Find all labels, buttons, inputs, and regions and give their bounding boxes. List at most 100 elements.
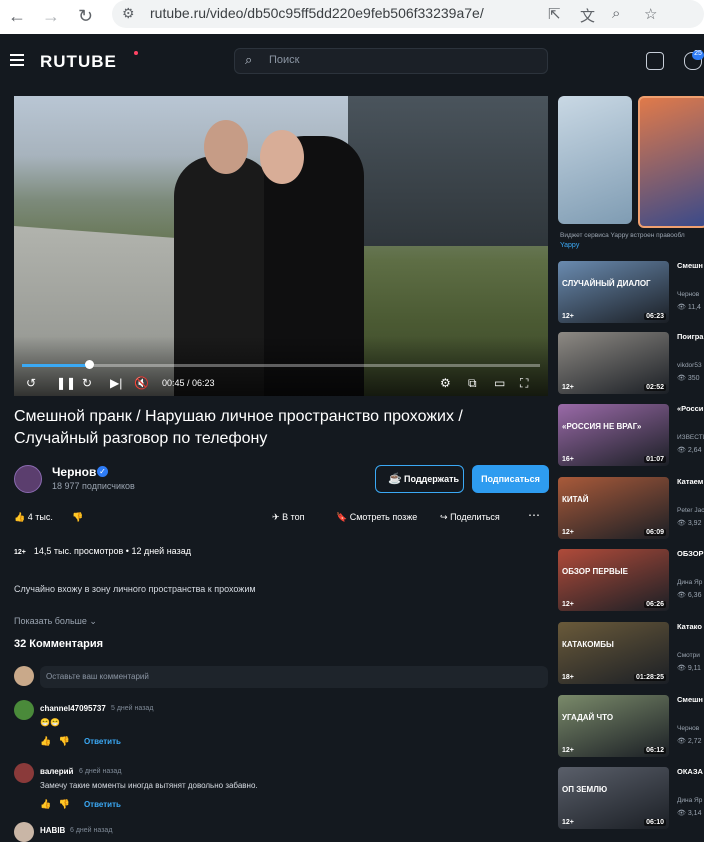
comments-count: 32 Комментария: [14, 638, 104, 650]
thumbs-down-icon[interactable]: 👎: [59, 736, 70, 746]
thumbnail-overlay-text: «РОССИЯ НЕ ВРАГ»: [562, 422, 642, 431]
recommendation-item[interactable]: КИТАЙ 12+ 06:09 Катаем Китайс Peter Jac …: [558, 477, 704, 541]
reply-button[interactable]: Ответить: [84, 737, 121, 746]
thumbs-down-icon[interactable]: 👎: [59, 799, 70, 809]
top-button[interactable]: ✈ В топ: [272, 512, 304, 523]
recommendation-channel[interactable]: Чернов: [677, 291, 699, 298]
promo-art-thumbnail[interactable]: [638, 96, 704, 228]
settings-gear-icon[interactable]: ⚙: [440, 376, 451, 390]
rewind-10-icon[interactable]: ↺: [26, 376, 36, 390]
promo-link[interactable]: Yappy: [560, 242, 579, 249]
recommendation-title[interactable]: Смешн Неловк: [677, 695, 704, 705]
translate-icon[interactable]: 文: [580, 5, 595, 26]
promo-bubbles-thumbnail[interactable]: [558, 96, 632, 224]
comment-avatar[interactable]: [14, 763, 34, 783]
recommendation-channel[interactable]: Дина Яр: [677, 797, 702, 804]
recommendation-title[interactable]: «Росси враг»:: [677, 404, 704, 414]
age-badge: 12+: [562, 601, 574, 608]
recommendation-item[interactable]: КАТАКОМБЫ 18+ 01:28:25 Катако Catacol См…: [558, 622, 704, 686]
forward-icon[interactable]: →: [42, 6, 60, 27]
duration-badge: 01:28:25: [633, 674, 666, 681]
video-frame-head: [204, 120, 248, 174]
like-count: 4 тыс.: [27, 512, 53, 522]
recommendation-item[interactable]: ОБЗОР ПЕРВЫЕ 12+ 06:26 ОБЗОР РЕАЛИ Дина …: [558, 549, 704, 613]
recommendation-channel[interactable]: Дина Яр: [677, 579, 702, 586]
video-player[interactable]: ↺ ❚❚ ↻ ▶| 🔇 00:45 / 06:23 ⚙ ⧉ ▭ ⛶: [14, 96, 548, 396]
reload-icon[interactable]: ↻: [78, 6, 93, 27]
recommendation-channel[interactable]: Смотри: [677, 652, 700, 659]
reply-button[interactable]: Ответить: [84, 800, 121, 809]
recommendation-thumbnail[interactable]: 12+ 02:52: [558, 332, 669, 394]
fullscreen-icon[interactable]: ⛶: [520, 376, 528, 391]
recommendation-thumbnail[interactable]: ОБЗОР ПЕРВЫЕ 12+ 06:26: [558, 549, 669, 611]
recommendation-thumbnail[interactable]: ОП ЗЕМЛЮ 12+ 06:10: [558, 767, 669, 829]
comment-author[interactable]: HABIB: [40, 826, 65, 835]
show-more-link[interactable]: Показать больше ⌄: [14, 616, 97, 627]
recommendation-title[interactable]: Смешн Неожи: [677, 261, 704, 271]
channel-avatar[interactable]: [14, 465, 42, 493]
support-button[interactable]: ☕ Поддержать: [375, 465, 464, 493]
recommendation-title[interactable]: Поигра мышк: [677, 332, 704, 342]
recommendation-thumbnail[interactable]: КАТАКОМБЫ 18+ 01:28:25: [558, 622, 669, 684]
share-button[interactable]: ↪ Поделиться: [440, 512, 500, 523]
thumbs-up-icon[interactable]: 👍: [40, 736, 51, 746]
comment-avatar[interactable]: [14, 822, 34, 842]
theater-mode-icon[interactable]: ▭: [494, 376, 505, 390]
comment-author[interactable]: валерий: [40, 767, 73, 776]
like-button[interactable]: 👍 4 тыс.: [14, 512, 53, 523]
bookmark-star-icon[interactable]: ☆: [644, 5, 657, 23]
thumbs-up-icon: 👍: [14, 512, 26, 522]
search-input[interactable]: ⌕ Поиск: [234, 48, 548, 74]
more-options-icon[interactable]: ⋯: [528, 508, 540, 522]
address-bar[interactable]: ⚙ rutube.ru/video/db50c95ff5dd220e9feb50…: [112, 0, 704, 28]
recommendation-item[interactable]: СЛУЧАЙНЫЙ ДИАЛОГ 12+ 06:23 Смешн Неожи Ч…: [558, 261, 704, 325]
recommendation-item[interactable]: «РОССИЯ НЕ ВРАГ» 16+ 01:07 «Росси враг»:…: [558, 404, 704, 468]
recommendation-channel[interactable]: Чернов: [677, 725, 699, 732]
recommendation-item[interactable]: УГАДАЙ ЧТО 12+ 06:12 Смешн Неловк Чернов…: [558, 695, 704, 759]
recommendation-thumbnail[interactable]: «РОССИЯ НЕ ВРАГ» 16+ 01:07: [558, 404, 669, 466]
progress-bar[interactable]: [22, 364, 540, 367]
site-info-icon[interactable]: ⚙: [122, 5, 135, 22]
zoom-icon[interactable]: ⌕: [612, 5, 620, 22]
eye-icon: 👁: [677, 447, 686, 454]
site-header: RUTUBE ⌕ Поиск: [0, 40, 704, 84]
comment-author[interactable]: channel47095737: [40, 704, 106, 713]
age-badge: 12+: [562, 384, 574, 391]
forward-10-icon[interactable]: ↻: [82, 376, 92, 390]
recommendation-thumbnail[interactable]: КИТАЙ 12+ 06:09: [558, 477, 669, 539]
duration-badge: 06:10: [644, 819, 666, 826]
comment-input[interactable]: Оставьте ваш комментарий: [40, 666, 548, 688]
mute-icon[interactable]: 🔇: [134, 376, 149, 390]
open-in-app-icon[interactable]: ⇱: [548, 5, 561, 23]
playback-time: 00:45 / 06:23: [162, 378, 215, 388]
logo-dot: [134, 51, 138, 55]
dislike-icon[interactable]: 👎: [72, 512, 83, 523]
rutube-logo[interactable]: RUTUBE: [40, 52, 117, 72]
video-frame-head: [260, 130, 304, 184]
upload-icon[interactable]: [646, 52, 664, 70]
next-icon[interactable]: ▶|: [110, 376, 122, 390]
recommendation-item[interactable]: ОП ЗЕМЛЮ 12+ 06:10 ОКАЗА глубин Дина Яр …: [558, 767, 704, 831]
recommendation-thumbnail[interactable]: УГАДАЙ ЧТО 12+ 06:12: [558, 695, 669, 757]
recommendation-title[interactable]: ОКАЗА глубин: [677, 767, 704, 777]
recommendation-title[interactable]: Катаем Китайс: [677, 477, 704, 487]
menu-icon[interactable]: [10, 54, 24, 66]
recommendation-channel[interactable]: vikdor53: [677, 362, 702, 369]
pip-icon[interactable]: ⧉: [468, 376, 477, 391]
recommendation-channel[interactable]: Peter Jac: [677, 507, 704, 514]
thumbs-up-icon[interactable]: 👍: [40, 799, 51, 809]
channel-name[interactable]: Чернов: [52, 465, 96, 479]
recommendation-item[interactable]: 12+ 02:52 Поигра мышк vikdor53 👁 350: [558, 332, 704, 396]
recommendation-channel[interactable]: ИЗВЕСТИ: [677, 434, 704, 441]
user-avatar: [14, 666, 34, 686]
pause-icon[interactable]: ❚❚: [56, 376, 76, 390]
recommendation-title[interactable]: ОБЗОР РЕАЛИ: [677, 549, 704, 559]
thumbnail-overlay-text: КИТАЙ: [562, 495, 589, 504]
recommendation-thumbnail[interactable]: СЛУЧАЙНЫЙ ДИАЛОГ 12+ 06:23: [558, 261, 669, 323]
comment-actions: 👍 👎 Ответить: [40, 799, 121, 810]
watch-later-button[interactable]: 🔖 Смотреть позже: [336, 512, 417, 523]
subscribe-button[interactable]: Подписаться: [472, 465, 549, 493]
comment-avatar[interactable]: [14, 700, 34, 720]
recommendation-title[interactable]: Катако Catacol: [677, 622, 704, 632]
back-icon[interactable]: ←: [8, 6, 26, 27]
